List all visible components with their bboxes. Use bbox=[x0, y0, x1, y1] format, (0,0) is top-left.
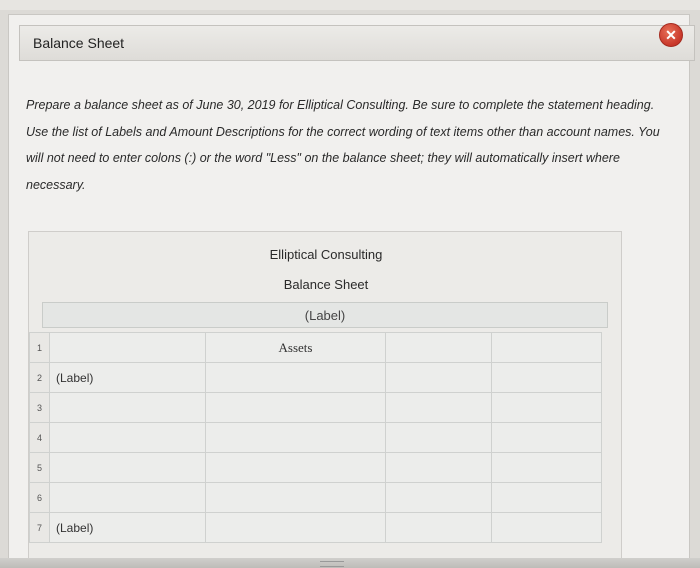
table-row: 4 bbox=[29, 422, 602, 453]
row-number: 6 bbox=[29, 482, 50, 513]
balance-sheet-table: 1 Assets 2 (Label) 3 4 5 6 7 (Label) bbox=[29, 332, 602, 543]
label-cell[interactable]: (Label) bbox=[49, 512, 206, 543]
dialog-titlebar: Balance Sheet bbox=[19, 25, 695, 61]
statement-name: Balance Sheet bbox=[283, 277, 369, 292]
row-number: 4 bbox=[29, 422, 50, 453]
amount-cell[interactable] bbox=[385, 452, 492, 483]
top-strip bbox=[0, 0, 700, 10]
amount-cell[interactable] bbox=[385, 482, 492, 513]
label-cell[interactable] bbox=[49, 392, 206, 423]
horizontal-scrollbar[interactable] bbox=[0, 558, 700, 568]
section-header-cell bbox=[205, 422, 386, 453]
table-row: 3 bbox=[29, 392, 602, 423]
table-row: 6 bbox=[29, 482, 602, 513]
amount-cell[interactable] bbox=[491, 512, 602, 543]
company-name: Elliptical Consulting bbox=[269, 247, 383, 262]
label-cell[interactable] bbox=[49, 332, 206, 363]
instructions-text: Prepare a balance sheet as of June 30, 2… bbox=[26, 98, 660, 192]
label-cell[interactable] bbox=[49, 452, 206, 483]
amount-cell[interactable] bbox=[491, 332, 602, 363]
amount-cell[interactable] bbox=[491, 422, 602, 453]
close-icon[interactable]: ✕ bbox=[659, 23, 683, 47]
table-row: 7 (Label) bbox=[29, 512, 602, 543]
table-row: 2 (Label) bbox=[29, 362, 602, 393]
table-row: 5 bbox=[29, 452, 602, 483]
row-number: 7 bbox=[29, 512, 50, 543]
scroll-grip-icon[interactable] bbox=[320, 561, 344, 567]
label-cell[interactable] bbox=[49, 482, 206, 513]
amount-cell[interactable] bbox=[385, 512, 492, 543]
label-cell[interactable]: (Label) bbox=[49, 362, 206, 393]
amount-cell[interactable] bbox=[385, 422, 492, 453]
amount-cell[interactable] bbox=[385, 362, 492, 393]
amount-cell[interactable] bbox=[385, 332, 492, 363]
section-header-cell bbox=[205, 392, 386, 423]
section-header-cell bbox=[205, 452, 386, 483]
section-header-cell: Assets bbox=[205, 332, 386, 363]
date-label-field[interactable]: (Label) bbox=[42, 302, 608, 328]
section-header-cell bbox=[205, 482, 386, 513]
row-number: 1 bbox=[29, 332, 50, 363]
row-number: 5 bbox=[29, 452, 50, 483]
row-number: 2 bbox=[29, 362, 50, 393]
amount-cell[interactable] bbox=[491, 452, 602, 483]
amount-cell[interactable] bbox=[491, 392, 602, 423]
row-number: 3 bbox=[29, 392, 50, 423]
amount-cell[interactable] bbox=[491, 482, 602, 513]
table-row: 1 Assets bbox=[29, 332, 602, 363]
amount-cell[interactable] bbox=[385, 392, 492, 423]
amount-cell[interactable] bbox=[491, 362, 602, 393]
dialog-title: Balance Sheet bbox=[33, 35, 125, 51]
section-header-cell bbox=[205, 512, 386, 543]
section-header-cell bbox=[205, 362, 386, 393]
label-cell[interactable] bbox=[49, 422, 206, 453]
